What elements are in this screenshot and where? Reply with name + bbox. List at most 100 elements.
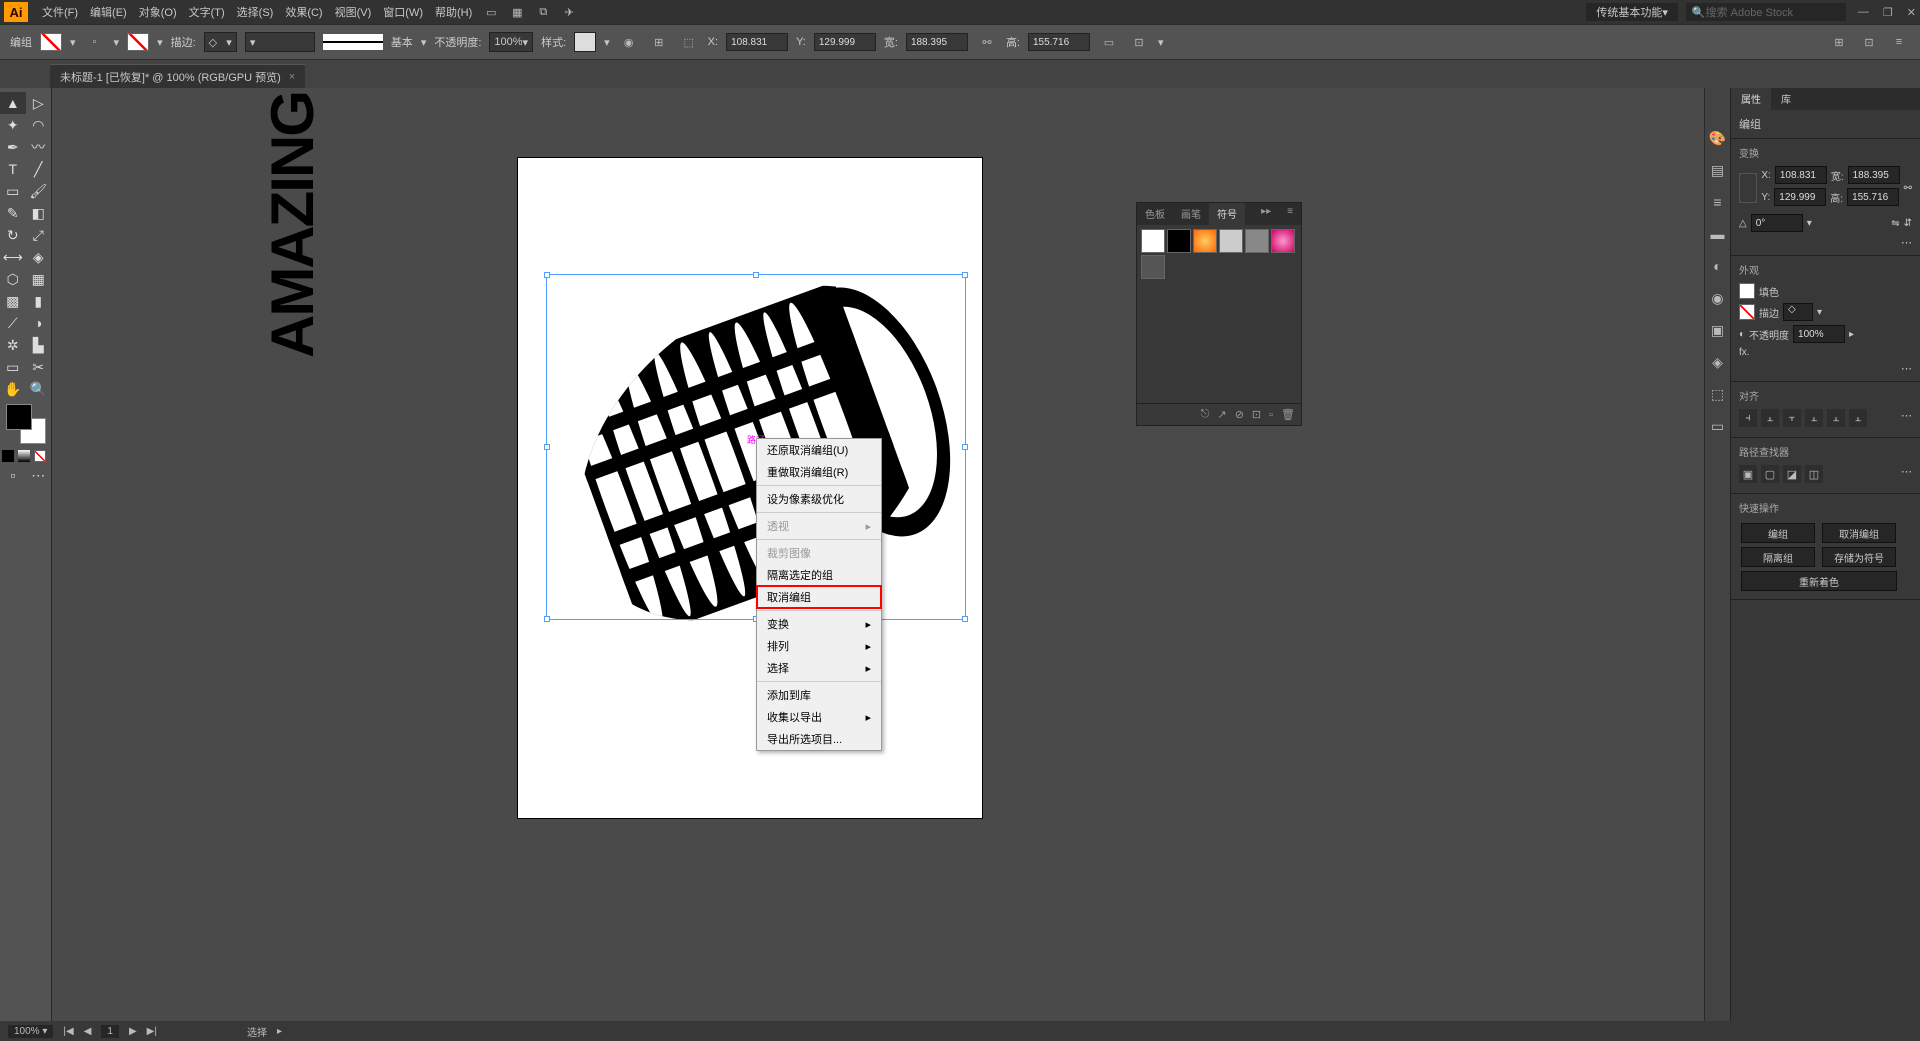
restore-icon[interactable]: ❐: [1883, 6, 1893, 19]
color-guide-icon[interactable]: ▤: [1708, 160, 1728, 180]
artboards-icon[interactable]: ▭: [1708, 416, 1728, 436]
rotate-tool[interactable]: ↻: [0, 224, 26, 246]
gpu-icon[interactable]: ⧉: [532, 2, 554, 22]
pf-unite[interactable]: ▣: [1739, 465, 1757, 483]
flip-v-icon[interactable]: ⇵: [1904, 218, 1912, 229]
snap-icon[interactable]: ⊡: [1128, 31, 1150, 53]
shaper-tool[interactable]: ✎: [0, 202, 26, 224]
link-icon[interactable]: ⚯: [1904, 183, 1912, 194]
btn-isolate[interactable]: 隔离组: [1741, 547, 1815, 567]
fx-label[interactable]: fx.: [1739, 347, 1750, 358]
minimize-icon[interactable]: —: [1858, 6, 1869, 19]
options-icon[interactable]: ⊡: [1252, 408, 1261, 421]
y-field[interactable]: [814, 33, 876, 51]
perspective-tool[interactable]: ▦: [26, 268, 52, 290]
ctx-ungroup[interactable]: 取消编组: [757, 586, 881, 608]
more-options-icon[interactable]: ⋯: [1901, 237, 1912, 249]
isolate-icon[interactable]: ⊞: [1828, 31, 1850, 53]
tab-swatches[interactable]: 色板: [1137, 203, 1173, 225]
curvature-tool[interactable]: 〰: [26, 136, 52, 158]
ctx-isolate[interactable]: 隔离选定的组: [757, 564, 881, 586]
eraser-tool[interactable]: ◧: [26, 202, 52, 224]
props-angle[interactable]: [1751, 214, 1803, 232]
menu-select[interactable]: 选择(S): [231, 1, 280, 23]
symbol-thumb[interactable]: [1167, 229, 1191, 253]
rectangle-tool[interactable]: ▭: [0, 180, 26, 202]
gradient-tool[interactable]: ▮: [26, 290, 52, 312]
pf-exclude[interactable]: ◫: [1805, 465, 1823, 483]
ctx-transform[interactable]: 变换▸: [757, 613, 881, 635]
symbol-spray-tool[interactable]: ✲: [0, 334, 26, 356]
scale-tool[interactable]: ⤢: [26, 224, 52, 246]
symbol-thumb[interactable]: [1141, 229, 1165, 253]
stock-search[interactable]: 🔍 搜索 Adobe Stock: [1686, 3, 1846, 21]
btn-group[interactable]: 编组: [1741, 523, 1815, 543]
mesh-tool[interactable]: ▩: [0, 290, 26, 312]
selection-tool[interactable]: ▲: [0, 92, 26, 114]
more-options-icon[interactable]: ⋯: [1901, 409, 1912, 427]
btn-save-symbol[interactable]: 存储为符号: [1822, 547, 1896, 567]
new-symbol-icon[interactable]: ▫: [1269, 409, 1273, 421]
brush-tool[interactable]: 🖌: [26, 180, 52, 202]
menu-view[interactable]: 视图(V): [329, 1, 378, 23]
direct-select-tool[interactable]: ▷: [26, 92, 52, 114]
align-icon[interactable]: ⊞: [648, 31, 670, 53]
stroke-panel-icon[interactable]: ≡: [1708, 192, 1728, 212]
fill-stroke-colors[interactable]: [6, 404, 46, 444]
shape-builder-tool[interactable]: ⬡: [0, 268, 26, 290]
align-top[interactable]: ⫠: [1805, 409, 1823, 427]
symbol-thumb[interactable]: [1245, 229, 1269, 253]
nav-next-icon[interactable]: ▶: [129, 1026, 137, 1037]
transparency-icon[interactable]: ◐: [1708, 256, 1728, 276]
x-field[interactable]: [726, 33, 788, 51]
library-icon[interactable]: ⎋: [1201, 408, 1210, 421]
ctx-export-selection[interactable]: 导出所选项目...: [757, 728, 881, 750]
ctx-add-library[interactable]: 添加到库: [757, 684, 881, 706]
lasso-tool[interactable]: ◠: [26, 114, 52, 136]
stroke-weight[interactable]: ◇ ▾: [204, 32, 237, 52]
tab-symbols[interactable]: 符号: [1209, 203, 1245, 225]
artboard-tool[interactable]: ▭: [0, 356, 26, 378]
nav-last-icon[interactable]: ▶|: [147, 1026, 157, 1037]
asset-export-icon[interactable]: ⬚: [1708, 384, 1728, 404]
free-transform-tool[interactable]: ◈: [26, 246, 52, 268]
brush-preview[interactable]: [323, 34, 383, 50]
link-wh-icon[interactable]: ⚯: [976, 31, 998, 53]
fill-none-icon[interactable]: [40, 31, 62, 53]
align-vcenter[interactable]: ⫠: [1827, 409, 1845, 427]
tab-properties[interactable]: 属性: [1731, 88, 1771, 110]
workspace-switcher[interactable]: 传统基本功能 ▾: [1586, 3, 1678, 21]
cloud-doc-icon[interactable]: ▭: [480, 2, 502, 22]
zoom-tool[interactable]: 🔍: [26, 378, 52, 400]
ctx-redo[interactable]: 重做取消编组(R): [757, 461, 881, 483]
line-tool[interactable]: ╱: [26, 158, 52, 180]
menu-edit[interactable]: 编辑(E): [84, 1, 133, 23]
edit-toolbar[interactable]: ⋯: [26, 464, 52, 486]
more-options-icon[interactable]: ⋯: [1901, 363, 1912, 375]
menu-effect[interactable]: 效果(C): [279, 1, 328, 23]
flip-h-icon[interactable]: ⇋: [1891, 218, 1899, 229]
tab-close-icon[interactable]: ×: [289, 71, 295, 83]
edit-icon[interactable]: ⊡: [1858, 31, 1880, 53]
slice-tool[interactable]: ✂: [26, 356, 52, 378]
zoom-field[interactable]: 100% ▾: [8, 1025, 53, 1038]
symbol-thumb[interactable]: [1193, 229, 1217, 253]
delete-icon[interactable]: 🗑: [1281, 408, 1295, 421]
tab-libraries[interactable]: 库: [1771, 88, 1801, 110]
gradient-mode[interactable]: [18, 450, 30, 462]
break-link-icon[interactable]: ⊘: [1235, 408, 1244, 421]
shape-icon[interactable]: ▭: [1098, 31, 1120, 53]
eyedropper-tool[interactable]: ⟋: [0, 312, 26, 334]
pen-tool[interactable]: ✒: [0, 136, 26, 158]
ctx-select[interactable]: 选择▸: [757, 657, 881, 679]
var-width[interactable]: ▾: [245, 32, 315, 52]
color-panel-icon[interactable]: 🎨: [1708, 128, 1728, 148]
symbol-thumb[interactable]: [1271, 229, 1295, 253]
align-bottom[interactable]: ⫠: [1849, 409, 1867, 427]
stroke-swatch-icon[interactable]: [1739, 304, 1755, 320]
color-mode[interactable]: [2, 450, 14, 462]
props-h[interactable]: [1847, 188, 1899, 206]
place-icon[interactable]: ↗: [1217, 408, 1226, 421]
align-right[interactable]: ⫟: [1783, 409, 1801, 427]
opacity-field[interactable]: 100% ▾: [489, 32, 533, 52]
